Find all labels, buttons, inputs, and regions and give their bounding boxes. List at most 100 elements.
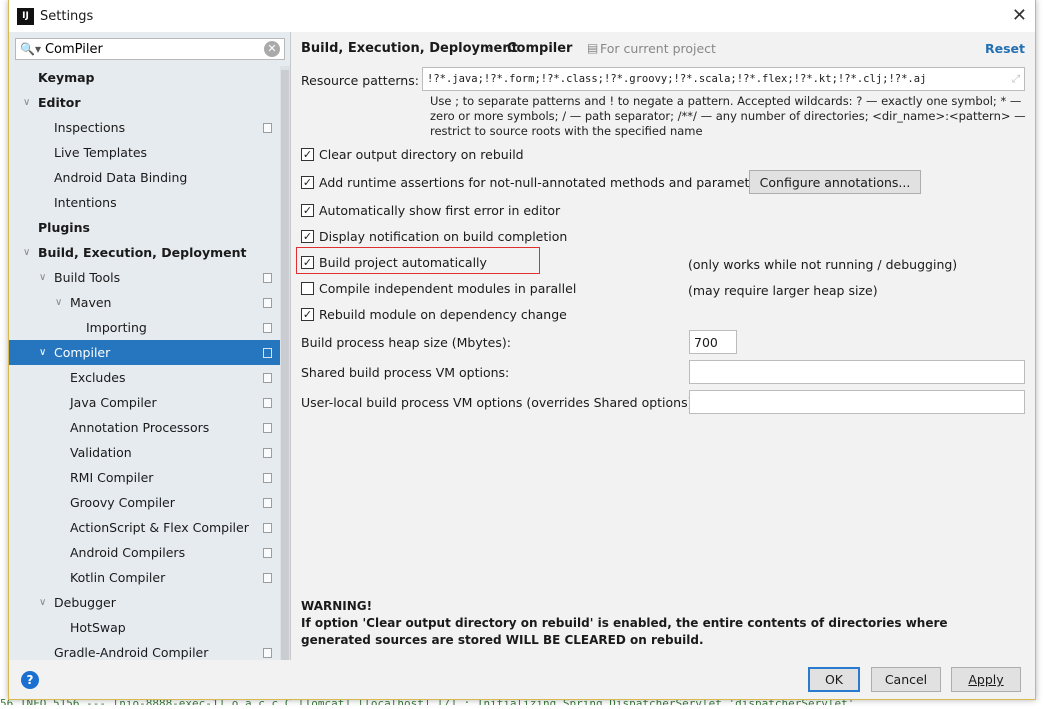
tree-item[interactable]: ∨ Debugger <box>9 590 281 615</box>
tree-item-label: Gradle-Android Compiler <box>54 645 209 660</box>
chevron-down-icon[interactable]: ∨ <box>39 347 46 358</box>
project-level-icon <box>263 122 272 133</box>
tree-item[interactable]: Validation <box>9 440 281 465</box>
search-icon[interactable]: 🔍▾ <box>20 42 41 56</box>
tree-item[interactable]: Annotation Processors <box>9 415 281 440</box>
tree-item[interactable]: Kotlin Compiler <box>9 565 281 590</box>
tree-item[interactable]: Inspections <box>9 115 281 140</box>
tree-item[interactable]: Android Data Binding <box>9 165 281 190</box>
settings-sidebar: 🔍▾ ✕ Keymap ∨ Editor Inspections Live Templa… <box>9 32 291 660</box>
tree-item[interactable]: ∨ Build Tools <box>9 265 281 290</box>
checkbox-option[interactable]: ✓ Rebuild module on dependency change <box>301 307 567 322</box>
tree-item[interactable]: Importing <box>9 315 281 340</box>
tree-item[interactable]: ∨ Maven <box>9 290 281 315</box>
tree-item-label: Build, Execution, Deployment <box>38 245 247 260</box>
title-bar: IJ Settings ✕ <box>9 0 1035 32</box>
tree-item-label: Editor <box>38 95 81 110</box>
project-level-icon <box>263 272 272 283</box>
cancel-button[interactable]: Cancel <box>871 667 941 692</box>
resource-patterns-input[interactable]: !?*.java;!?*.form;!?*.class;!?*.groovy;!… <box>422 67 1025 91</box>
checkbox-label: Compile independent modules in parallel <box>319 281 577 296</box>
checkbox[interactable] <box>301 282 314 295</box>
tree-item-label: Excludes <box>70 370 126 385</box>
heap-size-value: 700 <box>694 334 718 350</box>
heap-size-label: Build process heap size (Mbytes): <box>301 335 511 350</box>
checkbox-label: Add runtime assertions for not-null-anno… <box>319 175 769 190</box>
tree-item[interactable]: Gradle-Android Compiler <box>9 640 281 660</box>
scrollbar-thumb[interactable] <box>281 70 289 660</box>
tree-item-label: Live Templates <box>54 145 148 160</box>
chevron-down-icon[interactable]: ∨ <box>39 272 46 283</box>
tree-item[interactable]: Plugins <box>9 215 281 240</box>
checkbox-option[interactable]: Compile independent modules in parallel <box>301 281 576 296</box>
help-icon[interactable]: ? <box>21 671 39 689</box>
resource-patterns-label: Resource patterns: <box>301 73 419 88</box>
clear-search-icon[interactable]: ✕ <box>264 41 280 57</box>
tree-item[interactable]: Excludes <box>9 365 281 390</box>
configure-annotations-button[interactable]: Configure annotations... <box>749 170 921 194</box>
checkbox[interactable]: ✓ <box>301 148 314 161</box>
close-icon[interactable]: ✕ <box>1012 5 1027 26</box>
tree-item[interactable]: Groovy Compiler <box>9 490 281 515</box>
apply-button[interactable]: Apply <box>951 667 1021 692</box>
checkbox-option[interactable]: ✓ Display notification on build completio… <box>301 229 567 244</box>
tree-item-label: Validation <box>70 445 132 460</box>
sidebar-scrollbar[interactable] <box>280 66 290 660</box>
chevron-down-icon[interactable]: ∨ <box>39 597 46 608</box>
tree-item-label: ActionScript & Flex Compiler <box>70 520 249 535</box>
tree-item-label: Annotation Processors <box>70 420 210 435</box>
tree-item-label: Keymap <box>38 70 95 85</box>
expand-icon[interactable]: ⤢ <box>1012 73 1020 86</box>
project-level-icon <box>263 447 272 458</box>
project-level-icon <box>263 572 272 583</box>
ok-button[interactable]: OK <box>808 667 860 692</box>
tree-item-label: Debugger <box>54 595 116 610</box>
checkbox-label: Clear output directory on rebuild <box>319 147 524 162</box>
user-vm-options-label: User-local build process VM options (ove… <box>301 395 697 410</box>
checkbox-label: Display notification on build completion <box>319 229 568 244</box>
tree-item[interactable]: ∨ Editor <box>9 90 281 115</box>
tree-item[interactable]: ∨ Build, Execution, Deployment <box>9 240 281 265</box>
checkbox-option[interactable]: ✓ Clear output directory on rebuild <box>301 147 524 162</box>
chevron-down-icon[interactable]: ∨ <box>23 97 30 108</box>
highlight-box <box>296 247 540 274</box>
user-vm-options-input[interactable] <box>689 390 1025 414</box>
tree-item-label: HotSwap <box>70 620 126 635</box>
tree-item[interactable]: RMI Compiler <box>9 465 281 490</box>
tree-item[interactable]: ∨ Compiler <box>9 340 281 365</box>
project-level-icon <box>263 497 272 508</box>
checkbox[interactable]: ✓ <box>301 308 314 321</box>
checkbox[interactable]: ✓ <box>301 204 314 217</box>
tree-item-label: Importing <box>86 320 147 335</box>
tree-item-label: Intentions <box>54 195 117 210</box>
tree-item-label: Java Compiler <box>70 395 157 410</box>
tree-item[interactable]: Live Templates <box>9 140 281 165</box>
checkbox[interactable]: ✓ <box>301 176 314 189</box>
checkbox-option[interactable]: ✓ Automatically show first error in edito… <box>301 203 560 218</box>
checkbox-option[interactable]: ✓ Add runtime assertions for not-null-ann… <box>301 175 769 190</box>
reset-link[interactable]: Reset <box>985 41 1025 56</box>
breadcrumb-parent: Build, Execution, Deployment <box>301 41 518 56</box>
tree-item-label: Groovy Compiler <box>70 495 175 510</box>
tree-item[interactable]: HotSwap <box>9 615 281 640</box>
project-level-icon <box>263 397 272 408</box>
shared-vm-options-input[interactable] <box>689 360 1025 384</box>
tree-item[interactable]: Java Compiler <box>9 390 281 415</box>
chevron-down-icon[interactable]: ∨ <box>55 297 62 308</box>
checkbox-note: (may require larger heap size) <box>688 283 878 298</box>
checkbox[interactable]: ✓ <box>301 230 314 243</box>
checkbox-label: Rebuild module on dependency change <box>319 307 567 322</box>
project-level-icon <box>263 647 272 658</box>
tree-item[interactable]: Intentions <box>9 190 281 215</box>
breadcrumb-separator-icon: › <box>487 41 492 56</box>
search-input[interactable] <box>44 41 260 57</box>
tree-item[interactable]: Keymap <box>9 65 281 90</box>
heap-size-input[interactable]: 700 <box>689 330 737 354</box>
tree-item[interactable]: ActionScript & Flex Compiler <box>9 515 281 540</box>
tree-item-label: Kotlin Compiler <box>70 570 166 585</box>
tree-item-label: Maven <box>70 295 112 310</box>
tree-item[interactable]: Android Compilers <box>9 540 281 565</box>
project-level-icon <box>263 372 272 383</box>
warning-text: If option 'Clear output directory on reb… <box>301 616 948 647</box>
chevron-down-icon[interactable]: ∨ <box>23 247 30 258</box>
